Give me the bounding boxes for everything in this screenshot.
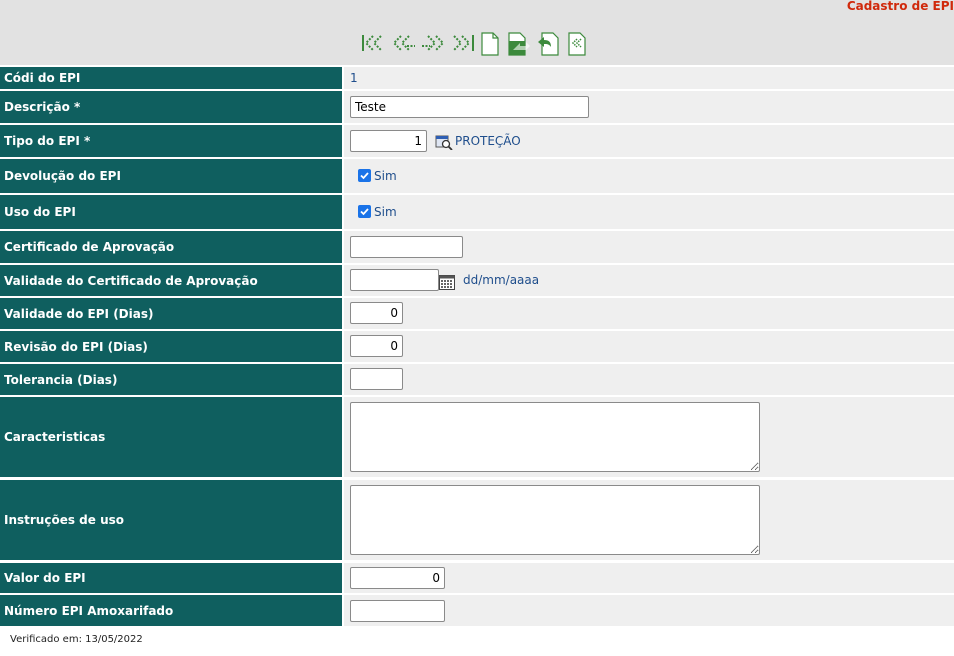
last-record-icon[interactable]	[450, 32, 476, 54]
valor-label: Valor do EPI	[0, 563, 342, 593]
first-record-icon[interactable]	[360, 32, 386, 54]
uso-checkbox-label: Sim	[374, 205, 397, 219]
row-codigo: Códi do EPI 1	[0, 67, 954, 89]
instrucoes-textarea[interactable]	[350, 485, 760, 555]
next-record-icon[interactable]	[420, 32, 448, 54]
validade-certificado-input[interactable]	[350, 269, 439, 291]
caracteristicas-textarea[interactable]	[350, 402, 760, 472]
revisao-epi-input[interactable]	[350, 335, 403, 357]
calendar-icon[interactable]	[439, 274, 455, 290]
previous-record-icon[interactable]	[389, 32, 417, 54]
validade-certificado-label: Validade do Certificado de Aprovação	[0, 265, 342, 296]
row-caracteristicas: Caracteristicas	[0, 397, 954, 477]
check-icon	[360, 208, 369, 216]
row-devolucao: Devolução do EPI Sim	[0, 159, 954, 193]
descricao-input[interactable]	[350, 96, 589, 118]
row-numero-amoxarifado: Número EPI Amoxarifado	[0, 595, 954, 626]
new-record-icon[interactable]	[480, 32, 500, 56]
row-revisao-epi: Revisão do EPI (Dias)	[0, 331, 954, 362]
header-bar: Cadastro de EPI	[0, 0, 954, 65]
revisao-epi-label: Revisão do EPI (Dias)	[0, 331, 342, 362]
codigo-label: Códi do EPI	[0, 67, 342, 89]
validade-epi-label: Validade do EPI (Dias)	[0, 298, 342, 329]
back-to-list-icon[interactable]	[567, 32, 587, 56]
certificado-label: Certificado de Aprovação	[0, 231, 342, 263]
tolerancia-input[interactable]	[350, 368, 403, 390]
devolucao-checkbox[interactable]	[358, 169, 371, 182]
row-descricao: Descrição *	[0, 91, 954, 123]
descricao-label: Descrição *	[0, 91, 342, 123]
row-uso: Uso do EPI Sim	[0, 195, 954, 229]
numero-amoxarifado-input[interactable]	[350, 600, 445, 622]
devolucao-checkbox-label: Sim	[374, 169, 397, 183]
tipo-input[interactable]	[350, 130, 427, 152]
numero-amoxarifado-label: Número EPI Amoxarifado	[0, 595, 342, 626]
row-certificado: Certificado de Aprovação	[0, 231, 954, 263]
page-title: Cadastro de EPI	[846, 0, 954, 13]
instrucoes-label: Instruções de uso	[0, 480, 342, 560]
date-format-hint: dd/mm/aaaa	[463, 273, 540, 287]
row-valor: Valor do EPI	[0, 563, 954, 593]
valor-input[interactable]	[350, 567, 445, 589]
undo-icon[interactable]	[536, 32, 560, 56]
row-validade-epi: Validade do EPI (Dias)	[0, 298, 954, 329]
caracteristicas-label: Caracteristicas	[0, 397, 342, 477]
validade-epi-input[interactable]	[350, 302, 403, 324]
row-instrucoes: Instruções de uso	[0, 480, 954, 560]
devolucao-label: Devolução do EPI	[0, 159, 342, 193]
uso-checkbox[interactable]	[358, 205, 371, 218]
row-validade-certificado: Validade do Certificado de Aprovação dd/…	[0, 265, 954, 296]
tipo-description-link[interactable]: PROTEÇÃO	[455, 134, 521, 148]
codigo-value: 1	[350, 71, 358, 85]
row-tolerancia: Tolerancia (Dias)	[0, 364, 954, 395]
check-icon	[360, 172, 369, 180]
certificado-input[interactable]	[350, 236, 463, 258]
save-record-icon[interactable]	[507, 32, 531, 56]
tipo-label: Tipo do EPI *	[0, 125, 342, 157]
lookup-icon[interactable]	[435, 134, 453, 150]
row-tipo: Tipo do EPI * PROTEÇÃO	[0, 125, 954, 157]
tolerancia-label: Tolerancia (Dias)	[0, 364, 342, 395]
uso-label: Uso do EPI	[0, 195, 342, 229]
footer-verified-date: Verificado em: 13/05/2022	[10, 634, 143, 645]
